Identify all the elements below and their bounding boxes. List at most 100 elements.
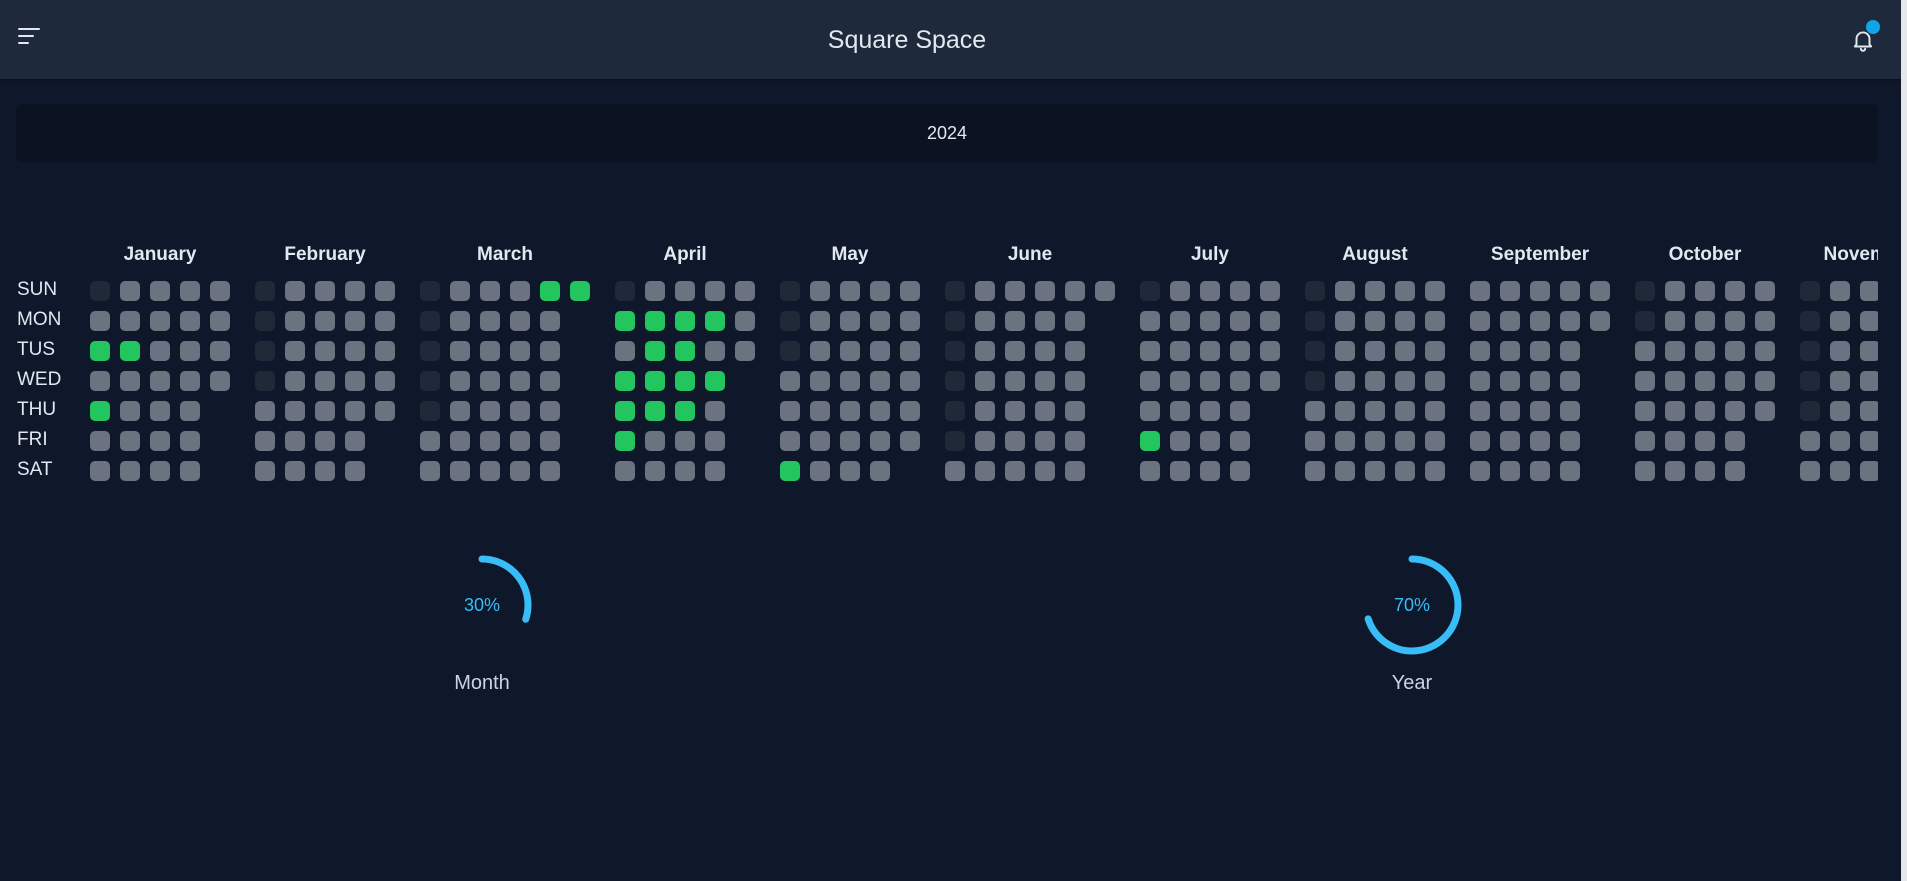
day-cell[interactable]: [1635, 401, 1655, 421]
day-cell[interactable]: [975, 431, 995, 451]
day-cell[interactable]: [1365, 281, 1385, 301]
day-cell[interactable]: [1065, 311, 1085, 331]
day-cell[interactable]: [1470, 461, 1490, 481]
day-cell[interactable]: [870, 461, 890, 481]
day-cell[interactable]: [1230, 281, 1250, 301]
day-cell[interactable]: [570, 281, 590, 301]
day-cell[interactable]: [1035, 461, 1055, 481]
day-cell[interactable]: [510, 311, 530, 331]
day-cell[interactable]: [1725, 461, 1745, 481]
day-cell[interactable]: [1755, 401, 1775, 421]
day-cell[interactable]: [1035, 401, 1055, 421]
day-cell[interactable]: [150, 311, 170, 331]
day-cell[interactable]: [1065, 341, 1085, 361]
day-cell[interactable]: [420, 431, 440, 451]
day-cell[interactable]: [450, 431, 470, 451]
day-cell[interactable]: [705, 371, 725, 391]
day-cell[interactable]: [1425, 431, 1445, 451]
day-cell[interactable]: [450, 461, 470, 481]
day-cell[interactable]: [180, 281, 200, 301]
day-cell[interactable]: [1695, 281, 1715, 301]
day-cell[interactable]: [1500, 341, 1520, 361]
day-cell[interactable]: [1200, 311, 1220, 331]
day-cell[interactable]: [285, 371, 305, 391]
day-cell[interactable]: [1005, 311, 1025, 331]
day-cell[interactable]: [180, 371, 200, 391]
day-cell[interactable]: [1305, 431, 1325, 451]
day-cell[interactable]: [1260, 311, 1280, 331]
day-cell[interactable]: [210, 281, 230, 301]
day-cell[interactable]: [480, 341, 500, 361]
day-cell[interactable]: [1830, 341, 1850, 361]
day-cell[interactable]: [285, 461, 305, 481]
day-cell[interactable]: [1635, 431, 1655, 451]
day-cell[interactable]: [1425, 311, 1445, 331]
day-cell[interactable]: [900, 341, 920, 361]
day-cell[interactable]: [705, 431, 725, 451]
day-cell[interactable]: [255, 401, 275, 421]
day-cell[interactable]: [450, 371, 470, 391]
day-cell[interactable]: [150, 461, 170, 481]
day-cell[interactable]: [1140, 311, 1160, 331]
day-cell[interactable]: [1230, 401, 1250, 421]
day-cell[interactable]: [480, 431, 500, 451]
day-cell[interactable]: [1200, 371, 1220, 391]
day-cell[interactable]: [285, 431, 305, 451]
day-cell[interactable]: [540, 371, 560, 391]
day-cell[interactable]: [1590, 281, 1610, 301]
day-cell[interactable]: [1005, 461, 1025, 481]
day-cell[interactable]: [1335, 431, 1355, 451]
day-cell[interactable]: [900, 371, 920, 391]
day-cell[interactable]: [150, 371, 170, 391]
day-cell[interactable]: [1860, 311, 1878, 331]
day-cell[interactable]: [1695, 401, 1715, 421]
day-cell[interactable]: [1230, 371, 1250, 391]
day-cell[interactable]: [1260, 341, 1280, 361]
day-cell[interactable]: [285, 341, 305, 361]
day-cell[interactable]: [375, 401, 395, 421]
day-cell[interactable]: [180, 431, 200, 451]
day-cell[interactable]: [975, 311, 995, 331]
day-cell[interactable]: [1560, 341, 1580, 361]
day-cell[interactable]: [705, 311, 725, 331]
day-cell[interactable]: [840, 341, 860, 361]
day-cell[interactable]: [615, 401, 635, 421]
day-cell[interactable]: [675, 311, 695, 331]
day-cell[interactable]: [735, 341, 755, 361]
day-cell[interactable]: [645, 371, 665, 391]
day-cell[interactable]: [1830, 461, 1850, 481]
day-cell[interactable]: [1830, 281, 1850, 301]
day-cell[interactable]: [1425, 371, 1445, 391]
day-cell[interactable]: [675, 371, 695, 391]
day-cell[interactable]: [1200, 461, 1220, 481]
day-cell[interactable]: [1065, 281, 1085, 301]
day-cell[interactable]: [810, 311, 830, 331]
day-cell[interactable]: [1335, 461, 1355, 481]
day-cell[interactable]: [210, 341, 230, 361]
day-cell[interactable]: [1395, 401, 1415, 421]
day-cell[interactable]: [1755, 341, 1775, 361]
day-cell[interactable]: [1005, 371, 1025, 391]
day-cell[interactable]: [1665, 311, 1685, 331]
day-cell[interactable]: [705, 341, 725, 361]
day-cell[interactable]: [1470, 401, 1490, 421]
day-cell[interactable]: [180, 461, 200, 481]
day-cell[interactable]: [615, 431, 635, 451]
day-cell[interactable]: [1335, 401, 1355, 421]
day-cell[interactable]: [375, 281, 395, 301]
day-cell[interactable]: [420, 461, 440, 481]
day-cell[interactable]: [375, 341, 395, 361]
day-cell[interactable]: [1500, 401, 1520, 421]
day-cell[interactable]: [150, 281, 170, 301]
day-cell[interactable]: [900, 431, 920, 451]
day-cell[interactable]: [1695, 371, 1715, 391]
day-cell[interactable]: [645, 341, 665, 361]
day-cell[interactable]: [1230, 461, 1250, 481]
day-cell[interactable]: [1395, 311, 1415, 331]
day-cell[interactable]: [345, 401, 365, 421]
day-cell[interactable]: [510, 461, 530, 481]
day-cell[interactable]: [975, 401, 995, 421]
day-cell[interactable]: [1530, 341, 1550, 361]
day-cell[interactable]: [180, 401, 200, 421]
day-cell[interactable]: [1230, 311, 1250, 331]
